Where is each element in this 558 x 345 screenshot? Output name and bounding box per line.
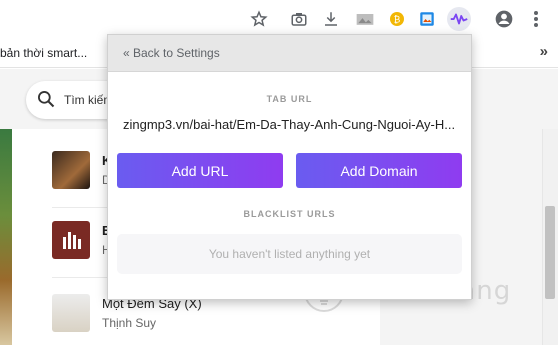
svg-text:₿: ₿ bbox=[394, 15, 401, 25]
star-icon[interactable] bbox=[248, 8, 270, 30]
search-bar[interactable]: Tìm kiếm bbox=[26, 81, 116, 119]
image-icon[interactable] bbox=[416, 8, 438, 30]
back-to-settings-link[interactable]: « Back to Settings bbox=[123, 46, 220, 60]
song-thumbnail bbox=[52, 221, 90, 259]
coin-icon[interactable]: ₿ bbox=[386, 8, 408, 30]
search-placeholder: Tìm kiếm bbox=[64, 93, 114, 107]
tab-url-value: zingmp3.vn/bai-hat/Em-Da-Thay-Anh-Cung-N… bbox=[123, 117, 456, 132]
download-icon[interactable] bbox=[320, 8, 342, 30]
search-icon bbox=[36, 89, 56, 114]
equalizer-icon bbox=[63, 232, 81, 249]
profile-icon[interactable] bbox=[493, 8, 515, 30]
menu-icon[interactable] bbox=[525, 8, 547, 30]
camera-icon[interactable] bbox=[288, 8, 310, 30]
song-thumbnail bbox=[52, 294, 90, 332]
tab-url-heading: TAB URL bbox=[266, 94, 313, 104]
song-thumbnail bbox=[52, 151, 90, 189]
scrollbar-thumb[interactable] bbox=[545, 206, 555, 299]
bookmark-item[interactable]: bản thời smart... bbox=[0, 46, 87, 60]
blacklist-empty-state: You haven't listed anything yet bbox=[117, 234, 462, 274]
blacklist-heading: BLACKLIST URLS bbox=[243, 209, 336, 219]
song-artist: Thịnh Suy bbox=[102, 316, 157, 330]
extension-popup: « Back to Settings TAB URL zingmp3.vn/ba… bbox=[107, 34, 472, 300]
album-art-strip bbox=[0, 129, 12, 345]
browser-toolbar: ₿ bbox=[0, 0, 558, 38]
extension-wave-icon[interactable] bbox=[447, 7, 471, 31]
add-url-button[interactable]: Add URL bbox=[117, 153, 283, 188]
add-domain-button[interactable]: Add Domain bbox=[296, 153, 462, 188]
reader-icon[interactable] bbox=[354, 8, 376, 30]
bookmarks-overflow-button[interactable]: » bbox=[540, 43, 548, 60]
popup-header: « Back to Settings bbox=[108, 35, 471, 72]
